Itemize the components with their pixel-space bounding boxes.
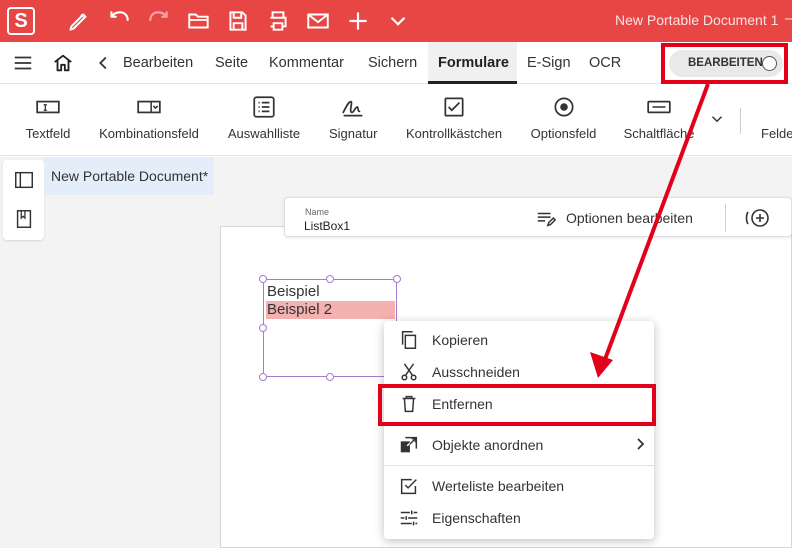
- ribbon-label: Felde: [761, 126, 792, 141]
- combobox-icon: [136, 94, 162, 120]
- arrange-objects-icon: [398, 434, 420, 456]
- signature-icon: [340, 94, 366, 120]
- edit-options-icon: [535, 208, 557, 230]
- field-name-value[interactable]: ListBox1: [304, 219, 350, 233]
- highlight-remove-item: [378, 384, 656, 426]
- highlight-edit-toggle: [661, 43, 788, 84]
- listbox-button[interactable]: Auswahlliste: [227, 94, 301, 141]
- mail-icon[interactable]: [305, 8, 331, 34]
- pushbutton-button[interactable]: Schaltfläche: [623, 94, 695, 141]
- forms-ribbon: Textfeld Kombinationsfeld Auswahlliste S…: [0, 84, 792, 156]
- edit-options-button[interactable]: Optionen bearbeiten: [566, 210, 693, 226]
- checklist-icon: [398, 475, 420, 497]
- menu-item-label: Eigenschaften: [432, 510, 521, 526]
- resize-handle[interactable]: [393, 275, 401, 283]
- fields-button[interactable]: Felde: [761, 94, 792, 141]
- plus-icon[interactable]: [345, 8, 371, 34]
- print-icon[interactable]: [265, 8, 291, 34]
- home-icon[interactable]: [52, 52, 74, 74]
- bookmark-icon[interactable]: [13, 208, 35, 230]
- menu-separator: [384, 465, 654, 466]
- more-options-icon[interactable]: ⋮: [785, 208, 792, 228]
- ribbon-more-chevron-icon[interactable]: [708, 110, 726, 128]
- tab-bearbeiten[interactable]: Bearbeiten: [123, 55, 193, 71]
- combobox-button[interactable]: Kombinationsfeld: [99, 94, 199, 141]
- undo-icon[interactable]: [106, 8, 132, 34]
- ribbon-label: Auswahlliste: [227, 126, 301, 141]
- chevron-down-icon[interactable]: [385, 8, 411, 34]
- resize-handle[interactable]: [259, 275, 267, 283]
- hamburger-menu-icon[interactable]: [12, 52, 34, 74]
- pen-icon[interactable]: [66, 8, 92, 34]
- menu-item-arrange[interactable]: Objekte anordnen: [384, 429, 654, 461]
- ribbon-label: Textfeld: [25, 126, 71, 141]
- ribbon-label: Schaltfläche: [623, 126, 695, 141]
- field-toolbar: Name ListBox1 Optionen bearbeiten ⋮: [284, 197, 792, 237]
- textfield-button[interactable]: Textfeld: [24, 94, 72, 141]
- app-logo: S: [7, 7, 35, 35]
- checkbox-button[interactable]: Kontrollkästchen: [405, 94, 503, 141]
- tab-kommentar[interactable]: Kommentar: [269, 55, 344, 71]
- minimize-button[interactable]: –: [785, 10, 792, 28]
- window-title: New Portable Document 1: [615, 12, 779, 28]
- listbox-field[interactable]: Beispiel Beispiel 2: [263, 279, 397, 377]
- menu-item-label: Ausschneiden: [432, 364, 520, 380]
- resize-handle[interactable]: [326, 373, 334, 381]
- listbox-item[interactable]: Beispiel: [266, 283, 395, 301]
- redo-icon[interactable]: [146, 8, 172, 34]
- textfield-icon: [35, 94, 61, 120]
- ribbon-label: Kontrollkästchen: [405, 126, 503, 141]
- document-tab[interactable]: New Portable Document*: [44, 157, 214, 195]
- save-icon[interactable]: [225, 8, 251, 34]
- panel-toggle-icon[interactable]: [13, 169, 35, 191]
- tab-ocr[interactable]: OCR: [589, 55, 621, 71]
- document-tab-label: New Portable Document*: [51, 168, 209, 184]
- zoom-in-icon[interactable]: [745, 206, 771, 230]
- copy-icon: [398, 329, 420, 351]
- listbox-item-selected[interactable]: Beispiel 2: [266, 301, 395, 319]
- pushbutton-icon: [646, 94, 672, 120]
- menu-item-label: Kopieren: [432, 332, 489, 348]
- tab-esign[interactable]: E-Sign: [527, 55, 571, 71]
- menu-item-properties[interactable]: Eigenschaften: [384, 502, 654, 534]
- back-chevron-icon[interactable]: [93, 52, 115, 74]
- scissors-icon: [398, 361, 420, 383]
- tab-formulare[interactable]: Formulare: [438, 55, 509, 71]
- tab-sichern[interactable]: Sichern: [368, 55, 417, 71]
- menu-item-edit-values[interactable]: Werteliste bearbeiten: [384, 470, 654, 502]
- resize-handle[interactable]: [326, 275, 334, 283]
- sliders-icon: [398, 507, 420, 529]
- radio-button-tool[interactable]: Optionsfeld: [530, 94, 597, 141]
- listbox-icon: [251, 94, 277, 120]
- tab-seite[interactable]: Seite: [215, 55, 248, 71]
- ribbon-label: Optionsfeld: [530, 126, 597, 141]
- chevron-right-icon: [634, 436, 648, 452]
- open-folder-icon[interactable]: [186, 8, 212, 34]
- menu-item-label: Werteliste bearbeiten: [432, 478, 565, 494]
- toolbar-separator: [725, 204, 726, 232]
- menu-item-label: Objekte anordnen: [432, 437, 544, 453]
- ribbon-label: Signatur: [329, 126, 378, 141]
- side-panel: [3, 160, 44, 240]
- field-name-label: Name: [305, 207, 330, 217]
- menu-item-copy[interactable]: Kopieren: [384, 324, 654, 356]
- resize-handle[interactable]: [259, 373, 267, 381]
- context-menu: Kopieren Ausschneiden Entfernen Objekte …: [384, 321, 654, 539]
- signature-button[interactable]: Signatur: [329, 94, 377, 141]
- ribbon-separator: [740, 108, 741, 134]
- resize-handle[interactable]: [259, 324, 267, 332]
- title-bar: S New Portable Document 1 –: [0, 0, 792, 42]
- radio-icon: [551, 94, 577, 120]
- ribbon-label: Kombinationsfeld: [99, 126, 199, 141]
- checkbox-icon: [441, 94, 467, 120]
